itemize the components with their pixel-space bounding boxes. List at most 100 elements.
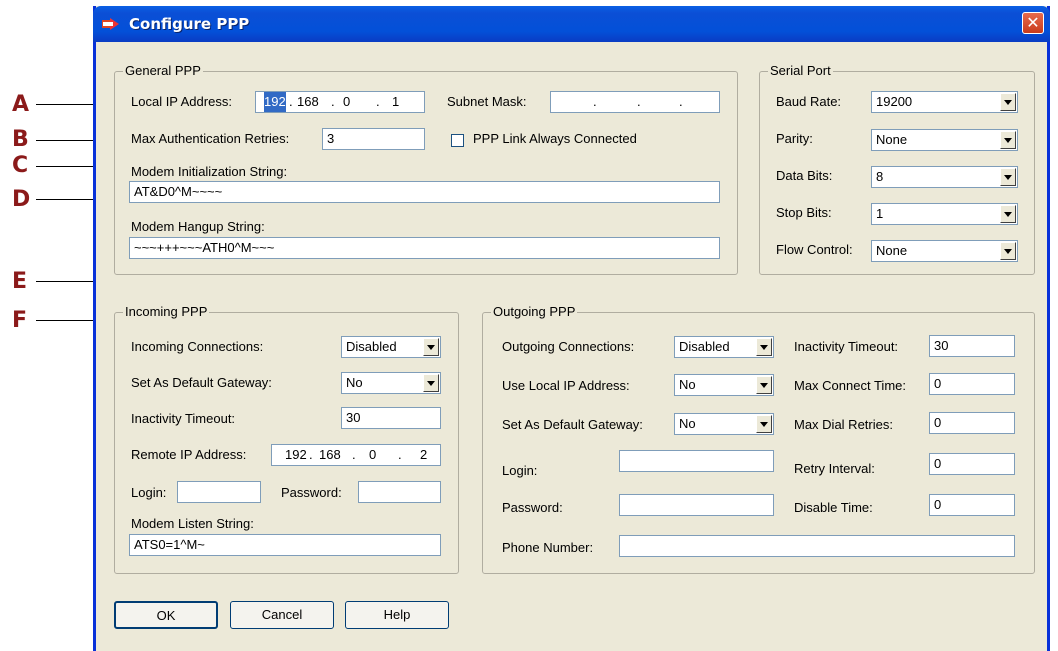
- outgoing-gateway-label: Set As Default Gateway:: [502, 417, 643, 432]
- incoming-inactivity-field[interactable]: 30: [341, 407, 441, 429]
- callout-a: A: [12, 92, 30, 117]
- modem-init-label: Modem Initialization String:: [131, 164, 288, 179]
- app-icon: [102, 18, 119, 30]
- callout-f: F: [12, 308, 28, 333]
- max-dial-field[interactable]: 0: [929, 412, 1015, 434]
- remote-ip-octet-1: 192: [285, 447, 307, 462]
- incoming-connections-select[interactable]: Disabled: [341, 336, 441, 358]
- outgoing-login-field[interactable]: [619, 450, 774, 472]
- baud-rate-label: Baud Rate:: [776, 94, 842, 109]
- baud-rate-select[interactable]: 19200: [871, 91, 1018, 113]
- disable-time-label: Disable Time:: [794, 500, 873, 515]
- parity-value: None: [876, 132, 908, 147]
- disable-time-field[interactable]: 0: [929, 494, 1015, 516]
- max-auth-field[interactable]: 3: [322, 128, 425, 150]
- data-bits-label: Data Bits:: [776, 168, 833, 183]
- outgoing-gateway-select[interactable]: No: [674, 413, 774, 435]
- data-bits-value: 8: [876, 169, 884, 184]
- outgoing-inactivity-field[interactable]: 30: [929, 335, 1015, 357]
- remote-ip-field[interactable]: 192 . 168 . 0 . 2: [271, 444, 441, 466]
- stop-bits-label: Stop Bits:: [776, 205, 832, 220]
- chevron-down-icon[interactable]: [756, 376, 772, 394]
- flow-control-select[interactable]: None: [871, 240, 1018, 262]
- cancel-button[interactable]: Cancel: [230, 601, 334, 629]
- retry-interval-field[interactable]: 0: [929, 453, 1015, 475]
- outgoing-connections-label: Outgoing Connections:: [502, 339, 635, 354]
- chevron-down-icon[interactable]: [423, 338, 439, 356]
- outgoing-login-label: Login:: [502, 463, 538, 478]
- chevron-down-icon[interactable]: [756, 415, 772, 433]
- remote-ip-octet-2: 168: [319, 447, 341, 462]
- subnet-mask-field[interactable]: ...: [550, 91, 720, 113]
- flow-control-value: None: [876, 243, 908, 258]
- outgoing-gateway-value: No: [679, 416, 696, 431]
- remote-ip-octet-4: 2: [420, 447, 428, 462]
- stop-bits-select[interactable]: 1: [871, 203, 1018, 225]
- remote-ip-octet-3: 0: [369, 447, 377, 462]
- outgoing-password-label: Password:: [502, 500, 563, 515]
- incoming-login-label: Login:: [131, 485, 167, 500]
- phone-number-field[interactable]: [619, 535, 1015, 557]
- chevron-down-icon[interactable]: [1000, 242, 1016, 260]
- incoming-password-field[interactable]: [358, 481, 441, 503]
- remote-ip-label: Remote IP Address:: [131, 447, 247, 462]
- chevron-down-icon[interactable]: [1000, 168, 1016, 186]
- incoming-connections-label: Incoming Connections:: [131, 339, 264, 354]
- local-ip-octet-2: 168: [297, 94, 319, 109]
- max-auth-label: Max Authentication Retries:: [131, 131, 290, 146]
- incoming-gateway-select[interactable]: No: [341, 372, 441, 394]
- chevron-down-icon[interactable]: [1000, 131, 1016, 149]
- callout-d: D: [12, 187, 31, 212]
- chevron-down-icon[interactable]: [423, 374, 439, 392]
- incoming-ppp-title: Incoming PPP: [123, 304, 210, 319]
- chevron-down-icon[interactable]: [1000, 205, 1016, 223]
- baud-rate-value: 19200: [876, 94, 913, 109]
- serial-port-title: Serial Port: [768, 63, 833, 78]
- local-ip-octet-3: 0: [343, 94, 351, 109]
- outgoing-connections-select[interactable]: Disabled: [674, 336, 774, 358]
- window-title: Configure PPP: [129, 15, 250, 33]
- modem-init-field[interactable]: AT&D0^M~~~~: [129, 181, 720, 203]
- outgoing-connections-value: Disabled: [679, 339, 730, 354]
- incoming-password-label: Password:: [281, 485, 342, 500]
- retry-interval-label: Retry Interval:: [794, 461, 875, 476]
- max-connect-label: Max Connect Time:: [794, 378, 906, 393]
- callout-e: E: [12, 269, 28, 294]
- link-always-label: PPP Link Always Connected: [473, 131, 637, 146]
- flow-control-label: Flow Control:: [776, 242, 853, 257]
- modem-listen-label: Modem Listen String:: [131, 516, 254, 531]
- use-local-ip-value: No: [679, 377, 696, 392]
- help-button[interactable]: Help: [345, 601, 449, 629]
- local-ip-label: Local IP Address:: [131, 94, 232, 109]
- callout-c: C: [12, 153, 29, 178]
- incoming-inactivity-label: Inactivity Timeout:: [131, 411, 236, 426]
- outgoing-password-field[interactable]: [619, 494, 774, 516]
- subnet-mask-label: Subnet Mask:: [447, 94, 527, 109]
- general-ppp-title: General PPP: [123, 63, 203, 78]
- modem-listen-field[interactable]: ATS0=1^M~: [129, 534, 441, 556]
- local-ip-octet-4: 1: [392, 94, 400, 109]
- link-always-checkbox[interactable]: [451, 134, 464, 147]
- incoming-login-field[interactable]: [177, 481, 261, 503]
- callout-b: B: [12, 127, 29, 152]
- modem-hangup-field[interactable]: ~~~+++~~~ATH0^M~~~: [129, 237, 720, 259]
- parity-label: Parity:: [776, 131, 813, 146]
- incoming-gateway-label: Set As Default Gateway:: [131, 375, 272, 390]
- incoming-connections-value: Disabled: [346, 339, 397, 354]
- local-ip-field[interactable]: 192 . 168 . 0 . 1: [255, 91, 425, 113]
- use-local-ip-select[interactable]: No: [674, 374, 774, 396]
- chevron-down-icon[interactable]: [756, 338, 772, 356]
- incoming-gateway-value: No: [346, 375, 363, 390]
- data-bits-select[interactable]: 8: [871, 166, 1018, 188]
- outgoing-ppp-title: Outgoing PPP: [491, 304, 578, 319]
- max-dial-label: Max Dial Retries:: [794, 417, 893, 432]
- local-ip-octet-1: 192: [264, 92, 286, 112]
- max-connect-field[interactable]: 0: [929, 373, 1015, 395]
- stop-bits-value: 1: [876, 206, 884, 221]
- use-local-ip-label: Use Local IP Address:: [502, 378, 630, 393]
- parity-select[interactable]: None: [871, 129, 1018, 151]
- ok-button[interactable]: OK: [114, 601, 218, 629]
- title-bar[interactable]: Configure PPP ✕: [93, 6, 1050, 42]
- close-button[interactable]: ✕: [1022, 12, 1044, 34]
- chevron-down-icon[interactable]: [1000, 93, 1016, 111]
